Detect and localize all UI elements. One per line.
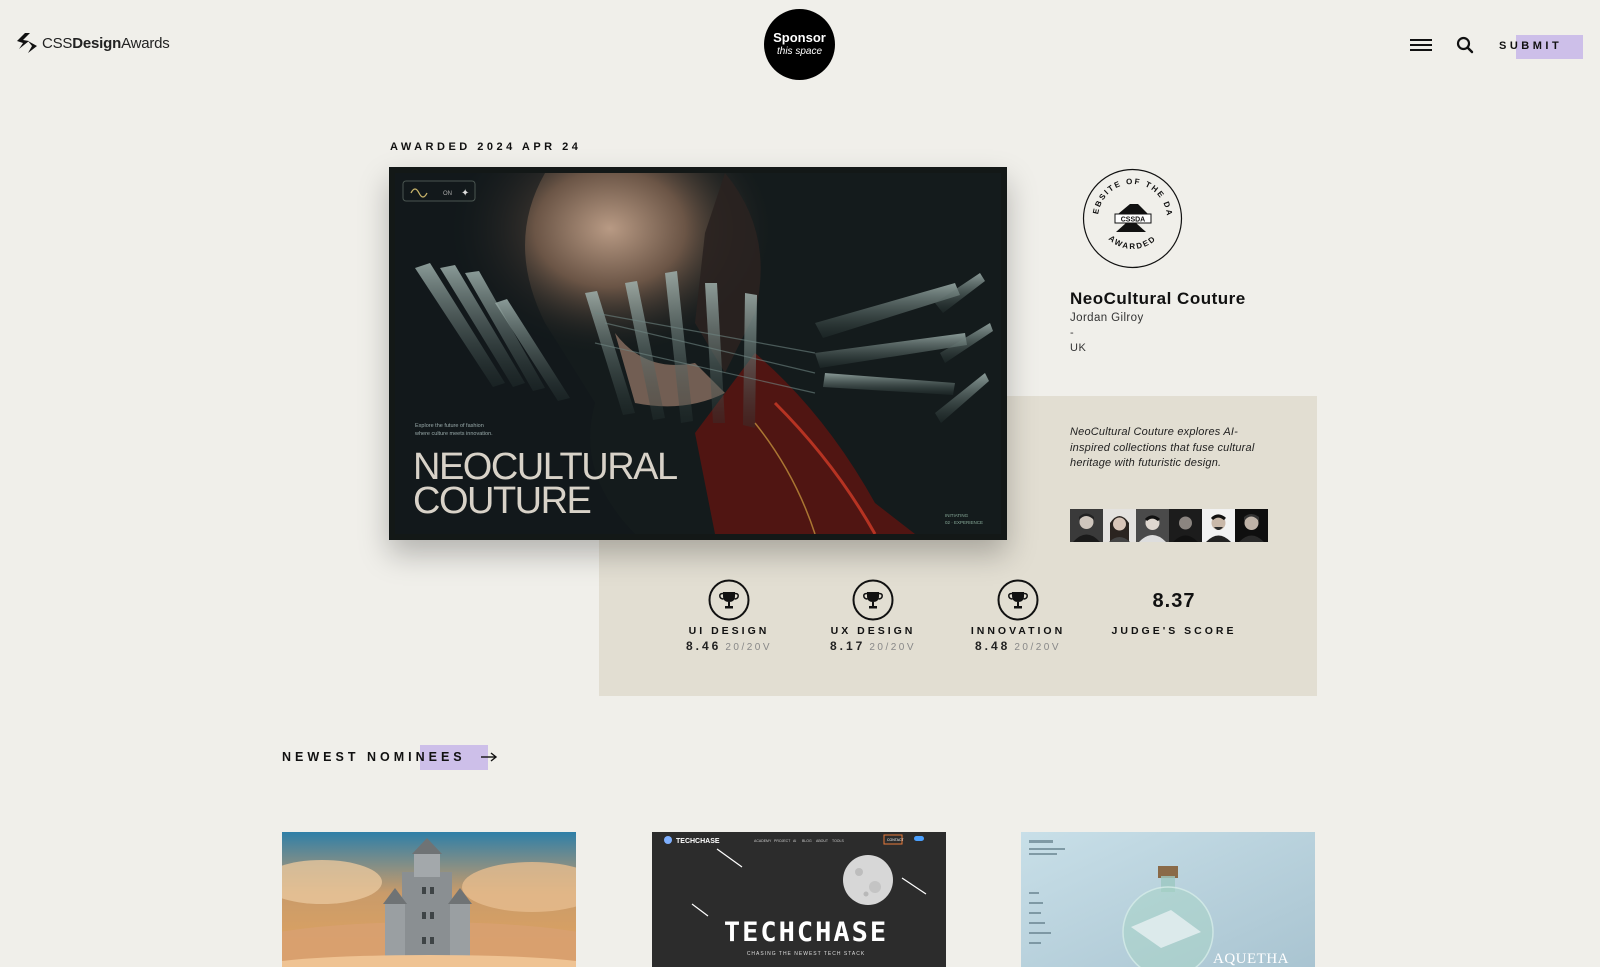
hero-artwork: ON ✦ Explore the future of fashion where… [395, 173, 1001, 534]
hero-toggle-label: ON [443, 191, 452, 197]
hero-tagline-2: where culture meets innovation. [414, 431, 493, 437]
techchase-headline: TECHCHASE [724, 917, 888, 948]
author-separator: - [1070, 327, 1074, 339]
castle-thumbnail [282, 832, 576, 967]
judge-avatar[interactable] [1169, 509, 1202, 542]
score-value-wrap: 8.46 20/20V [659, 639, 799, 653]
awarded-date: AWARDED 2024 APR 24 [390, 141, 582, 153]
svg-text:CONTACT: CONTACT [887, 838, 905, 842]
trophy-icon [997, 579, 1039, 621]
svg-text:✦: ✦ [461, 188, 469, 199]
site-logo[interactable]: CSSDesignAwards [16, 32, 170, 54]
newest-nominees-link[interactable]: NEWEST NOMINEES [282, 750, 466, 764]
judges-score-value: 8.37 [1152, 590, 1196, 612]
nominee-card-techchase[interactable]: TECHCHASE ACADEMY PROJECT AI BLOG ABOUT … [652, 832, 946, 967]
svg-text:ACADEMY: ACADEMY [754, 839, 772, 843]
arrow-right-icon[interactable] [480, 750, 498, 764]
logo-text: CSSDesignAwards [42, 34, 170, 52]
judge-avatar[interactable] [1202, 509, 1235, 542]
judges-avatars [1070, 509, 1268, 542]
judge-avatar[interactable] [1103, 509, 1136, 542]
author-name[interactable]: Jordan Gilroy [1070, 312, 1144, 324]
score-label: INNOVATION [970, 625, 1066, 637]
judge-avatar[interactable] [1235, 509, 1268, 542]
svg-text:AI: AI [793, 839, 796, 843]
submit-button[interactable]: SUBMIT [1499, 40, 1562, 52]
submit-button-wrap[interactable]: SUBMIT [1499, 35, 1584, 59]
score-label: UI DESIGN [688, 625, 770, 637]
nominee-card-castle[interactable] [282, 832, 576, 967]
judge-avatar[interactable] [1136, 509, 1169, 542]
hero-title-2: COUTURE [413, 480, 591, 522]
sponsor-badge[interactable]: Sponsor this space [764, 9, 835, 80]
score-ui-design: UI DESIGN 8.46 20/20V [659, 579, 799, 653]
badge-center-text: CSSDA [1121, 217, 1146, 224]
hero-corner-2: 02 · EXPERIENCE [945, 520, 983, 525]
website-of-the-day-badge-icon: WEBSITE OF THE DAY AWARDED CSSDA [1082, 168, 1183, 269]
score-value: 8.48 [974, 639, 1011, 653]
featured-site-screenshot[interactable]: ON ✦ Explore the future of fashion where… [389, 167, 1007, 540]
aquetha-brand: AQUETHA [1213, 951, 1289, 967]
score-innovation: INNOVATION 8.48 20/20V [948, 579, 1088, 653]
nominee-card-aquetha[interactable]: AQUETHA [1021, 832, 1315, 967]
score-votes: 20/20V [725, 642, 773, 653]
cssda-logo-icon [17, 33, 37, 53]
score-label: UX DESIGN [830, 625, 916, 637]
sponsor-title: Sponsor [773, 30, 826, 46]
score-value: 8.17 [829, 639, 866, 653]
svg-text:PROJECT: PROJECT [774, 839, 791, 843]
svg-text:ABOUT: ABOUT [816, 839, 829, 843]
score-value-wrap: 8.17 20/20V [803, 639, 943, 653]
score-ux-design: UX DESIGN 8.17 20/20V [803, 579, 943, 653]
hero-tagline-1: Explore the future of fashion [415, 423, 484, 429]
judges-score-label: JUDGE'S SCORE [1111, 625, 1237, 637]
hero-corner-1: INITIATING [945, 513, 969, 518]
svg-text:BLOG: BLOG [802, 839, 812, 843]
trophy-icon [852, 579, 894, 621]
search-icon[interactable] [1456, 36, 1474, 54]
score-votes: 20/20V [869, 642, 917, 653]
sponsor-subtitle: this space [776, 46, 823, 58]
site-description: NeoCultural Couture explores AI-inspired… [1070, 426, 1255, 469]
score-votes: 20/20V [1014, 642, 1062, 653]
site-name[interactable]: NeoCultural Couture [1070, 289, 1246, 309]
svg-text:TOOLS: TOOLS [832, 839, 844, 843]
score-value-wrap: 8.48 20/20V [948, 639, 1088, 653]
techchase-thumbnail: TECHCHASE ACADEMY PROJECT AI BLOG ABOUT … [652, 832, 946, 967]
score-value: 8.46 [685, 639, 722, 653]
trophy-icon [708, 579, 750, 621]
techchase-brand: TECHCHASE [676, 838, 720, 845]
hamburger-menu-icon[interactable] [1410, 39, 1432, 51]
techchase-tagline: CHASING THE NEWEST TECH STACK [747, 951, 865, 957]
aquetha-thumbnail: AQUETHA [1021, 832, 1315, 967]
judge-avatar[interactable] [1070, 509, 1103, 542]
author-country: UK [1070, 342, 1087, 354]
